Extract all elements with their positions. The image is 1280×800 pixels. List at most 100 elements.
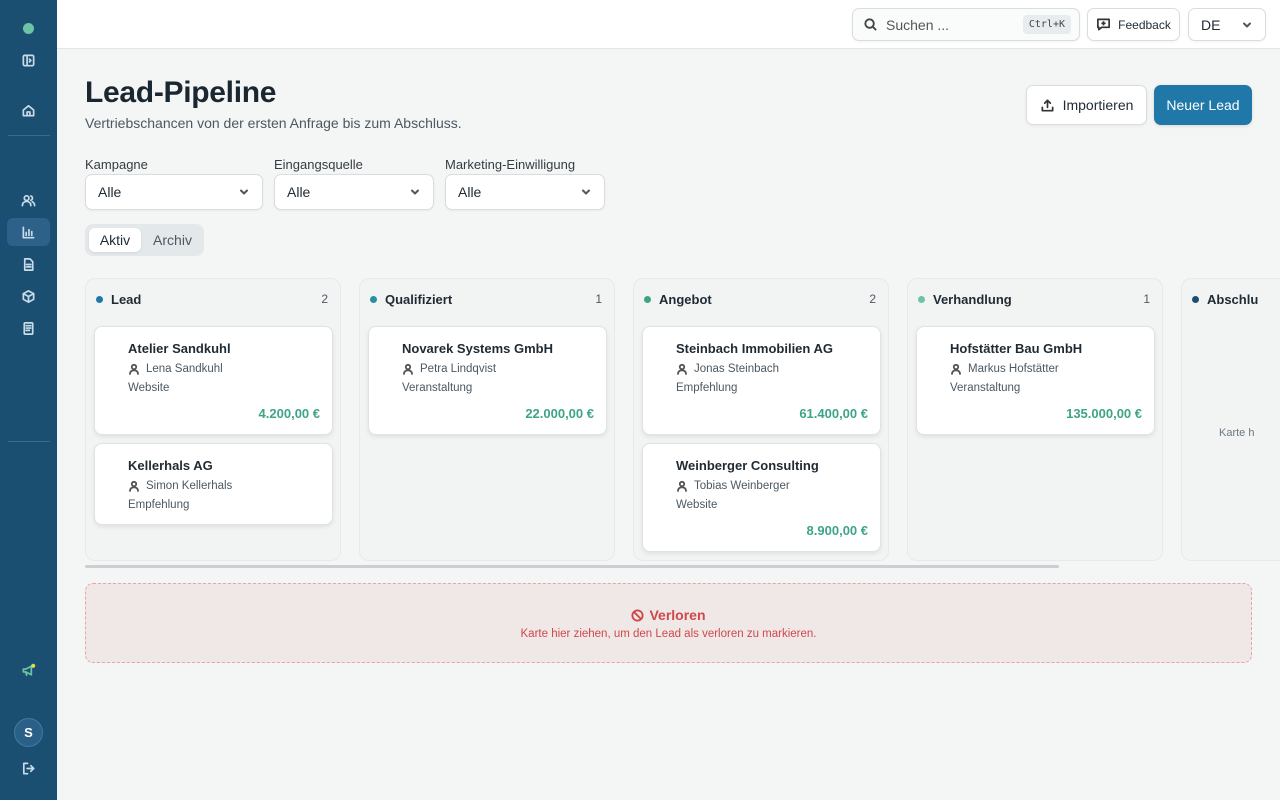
- card-source: Website: [676, 499, 718, 511]
- column-status-dot: [96, 295, 103, 303]
- card-contact: Tobias Weinberger: [676, 480, 790, 492]
- card-contact-name: Simon Kellerhals: [146, 480, 233, 492]
- card-contact-name: Tobias Weinberger: [694, 480, 790, 492]
- column-status-dot: [1192, 295, 1199, 303]
- sidebar-divider: [8, 441, 50, 442]
- person-icon: [951, 363, 961, 375]
- card-company: Kellerhals AG: [128, 458, 213, 473]
- lead-card[interactable]: Hofstätter Bau GmbH Markus Hofstätter Ve…: [916, 326, 1155, 435]
- tab-archiv[interactable]: Archiv: [145, 228, 200, 252]
- column-count: 1: [595, 292, 602, 306]
- person-icon: [129, 363, 139, 375]
- filter-source-select[interactable]: Alle: [274, 174, 434, 210]
- search-placeholder: Suchen ...: [886, 16, 950, 33]
- column-count: 1: [1143, 292, 1150, 306]
- filter-consent-value: Alle: [458, 184, 482, 200]
- lost-drop-zone[interactable]: Verloren Karte hier ziehen, um den Lead …: [85, 583, 1252, 663]
- feedback-button[interactable]: Feedback: [1087, 8, 1180, 41]
- lead-card[interactable]: Weinberger Consulting Tobias Weinberger …: [642, 443, 881, 552]
- card-source: Veranstaltung: [950, 382, 1021, 394]
- column-empty-hint: Karte h: [1219, 427, 1255, 439]
- card-contact: Simon Kellerhals: [128, 480, 232, 492]
- person-icon: [403, 363, 413, 375]
- import-button[interactable]: Importieren: [1026, 85, 1147, 125]
- sidebar-divider: [8, 135, 50, 136]
- filter-source-value: Alle: [287, 184, 311, 200]
- chevron-down-icon: [582, 189, 590, 195]
- search-icon: [864, 18, 877, 31]
- tab-aktiv[interactable]: Aktiv: [89, 228, 141, 252]
- language-select[interactable]: DE: [1188, 8, 1266, 41]
- card-source: Empfehlung: [128, 499, 190, 511]
- import-label: Importieren: [1062, 97, 1134, 113]
- language-value: DE: [1201, 16, 1221, 33]
- search-shortcut: Ctrl+K: [1022, 15, 1071, 34]
- feedback-label: Feedback: [1118, 17, 1171, 32]
- card-amount: 8.900,00 €: [806, 523, 868, 538]
- board-scrollbar[interactable]: [85, 565, 1059, 568]
- brand-dot: [23, 23, 34, 34]
- column-angebot[interactable]: Angebot 2 Steinbach Immobilien AG Jonas …: [633, 278, 889, 561]
- topbar: Suchen ... Ctrl+K Feedback DE: [57, 0, 1280, 49]
- upload-icon: [1041, 99, 1054, 111]
- card-contact: Jonas Steinbach: [676, 363, 779, 375]
- column-title: Angebot: [659, 291, 712, 307]
- lost-title: Verloren: [86, 607, 1251, 623]
- users-icon[interactable]: [7, 186, 50, 214]
- column-status-dot: [918, 295, 925, 303]
- page-subtitle: Vertriebschancen von der ersten Anfrage …: [85, 115, 462, 131]
- card-contact-name: Petra Lindqvist: [420, 363, 497, 375]
- lead-card[interactable]: Novarek Systems GmbH Petra Lindqvist Ver…: [368, 326, 607, 435]
- lost-title-text: Verloren: [649, 607, 706, 623]
- column-title: Qualifiziert: [385, 291, 453, 307]
- filter-campaign-value: Alle: [98, 184, 122, 200]
- filter-campaign-select[interactable]: Alle: [85, 174, 263, 210]
- lost-hint: Karte hier ziehen, um den Lead als verlo…: [520, 628, 817, 640]
- document-icon[interactable]: [7, 250, 50, 278]
- user-avatar[interactable]: S: [14, 718, 43, 747]
- filter-consent-select[interactable]: Alle: [445, 174, 605, 210]
- panel-toggle-icon[interactable]: [7, 46, 50, 74]
- card-company: Hofstätter Bau GmbH: [950, 341, 1083, 356]
- column-abschluss[interactable]: Abschlu Karte h: [1181, 278, 1280, 561]
- lead-card[interactable]: Atelier Sandkuhl Lena Sandkuhl Website 4…: [94, 326, 333, 435]
- column-qualifiziert[interactable]: Qualifiziert 1 Novarek Systems GmbH Petr…: [359, 278, 615, 561]
- sidebar: S: [0, 0, 57, 800]
- filter-source-label: Eingangsquelle: [274, 157, 363, 172]
- receipt-icon[interactable]: [7, 314, 50, 342]
- filter-consent-label: Marketing-Einwilligung: [445, 157, 576, 172]
- chevron-down-icon: [411, 189, 419, 195]
- card-amount: 61.400,00 €: [799, 406, 868, 421]
- kanban-board: Lead 2 Atelier Sandkuhl Lena Sandkuhl We…: [85, 278, 1280, 561]
- card-contact: Petra Lindqvist: [402, 363, 496, 375]
- card-amount: 4.200,00 €: [258, 406, 320, 421]
- page-title: Lead-Pipeline: [85, 76, 277, 109]
- card-source: Website: [128, 382, 170, 394]
- feedback-icon: [1097, 18, 1111, 31]
- megaphone-icon[interactable]: [7, 656, 50, 684]
- lead-card[interactable]: Steinbach Immobilien AG Jonas Steinbach …: [642, 326, 881, 435]
- box-icon[interactable]: [7, 282, 50, 310]
- column-title: Verhandlung: [933, 291, 1012, 307]
- column-status-dot: [644, 295, 651, 303]
- ban-icon: [631, 608, 645, 622]
- search-input[interactable]: Suchen ... Ctrl+K: [852, 8, 1080, 41]
- card-contact: Markus Hofstätter: [950, 363, 1059, 375]
- lead-card[interactable]: Kellerhals AG Simon Kellerhals Empfehlun…: [94, 443, 333, 525]
- new-lead-button[interactable]: Neuer Lead: [1154, 85, 1252, 125]
- column-status-dot: [370, 295, 377, 303]
- card-contact-name: Markus Hofstätter: [968, 363, 1059, 375]
- column-verhandlung[interactable]: Verhandlung 1 Hofstätter Bau GmbH Markus…: [907, 278, 1163, 561]
- card-contact: Lena Sandkuhl: [128, 363, 223, 375]
- person-icon: [129, 480, 139, 492]
- column-lead[interactable]: Lead 2 Atelier Sandkuhl Lena Sandkuhl We…: [85, 278, 341, 561]
- card-company: Steinbach Immobilien AG: [676, 341, 833, 356]
- home-icon[interactable]: [7, 96, 50, 124]
- card-company: Weinberger Consulting: [676, 458, 819, 473]
- card-company: Novarek Systems GmbH: [402, 341, 554, 356]
- chart-icon[interactable]: [7, 218, 50, 246]
- chevron-down-icon: [1243, 22, 1251, 27]
- logout-icon[interactable]: [7, 754, 50, 782]
- filter-campaign-label: Kampagne: [85, 157, 148, 172]
- card-amount: 22.000,00 €: [525, 406, 594, 421]
